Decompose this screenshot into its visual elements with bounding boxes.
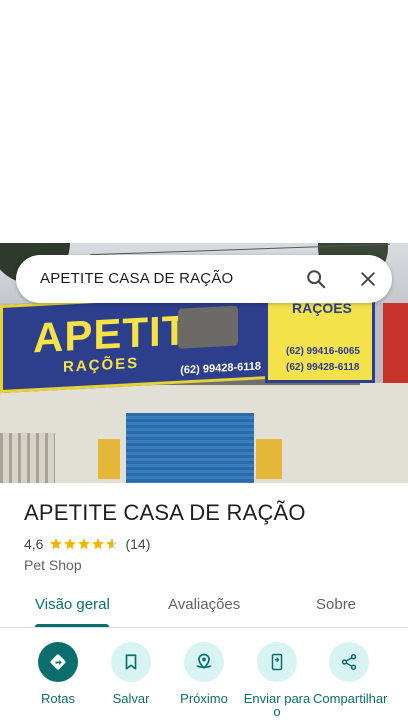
- save-label: Salvar: [112, 691, 150, 706]
- star-icon: [92, 538, 105, 550]
- nearby-icon: [196, 653, 212, 669]
- nearby-circle: [184, 642, 224, 682]
- place-title: APETITE CASA DE RAÇÃO: [24, 500, 306, 525]
- search-input[interactable]: APETITE CASA DE RAÇÃO: [40, 270, 233, 287]
- bookmark-icon: [125, 654, 137, 670]
- star-icon: [106, 538, 119, 550]
- tab-about[interactable]: Sobre: [316, 596, 356, 613]
- star-icon: [64, 538, 77, 550]
- rating-row[interactable]: 4,6 (14): [24, 536, 150, 552]
- photo-poster: [256, 439, 282, 479]
- share-circle: [329, 642, 369, 682]
- photo-gate: [0, 433, 55, 483]
- tab-overview[interactable]: Visão geral: [35, 596, 110, 613]
- rating-stars: [49, 537, 119, 551]
- store-sign-main: APETITE RAÇÕES (62) 99428-6118: [0, 290, 270, 394]
- send-to-phone-circle: [257, 642, 297, 682]
- nearby-label: Próximo: [180, 691, 228, 706]
- photo-shutter: [126, 413, 254, 483]
- close-icon: [361, 272, 375, 286]
- share-button[interactable]: Compartilhar: [312, 642, 388, 706]
- store-sign-pet-image: [178, 305, 238, 349]
- save-circle: [111, 642, 151, 682]
- directions-icon: [50, 654, 66, 670]
- store-sign-sub: RAÇÕES: [63, 354, 140, 376]
- map-blank-area: [0, 0, 408, 243]
- send-to-phone-label: Enviar para o: [243, 691, 311, 719]
- search-bar[interactable]: APETITE CASA DE RAÇÃO: [16, 255, 392, 303]
- tab-bar: Visão geral Avaliações Sobre: [0, 588, 408, 628]
- share-icon: [341, 654, 357, 670]
- send-to-phone-icon: [271, 653, 283, 671]
- nearby-button[interactable]: Próximo: [167, 642, 241, 705]
- tab-reviews[interactable]: Avaliações: [168, 596, 240, 613]
- search-button[interactable]: [302, 265, 330, 293]
- star-icon: [78, 538, 91, 550]
- send-to-phone-button[interactable]: Enviar para o: [240, 642, 314, 718]
- directions-circle: [38, 642, 78, 682]
- store-sign-phone: (62) 99428-6118: [180, 360, 261, 377]
- directions-button[interactable]: Rotas: [21, 642, 95, 705]
- directions-label: Rotas: [41, 691, 75, 706]
- search-icon: [307, 270, 326, 289]
- tabs-divider: [0, 627, 408, 628]
- place-category: Pet Shop: [24, 557, 82, 573]
- action-bar: Rotas Salvar Próximo Enviar para o Compa…: [0, 640, 408, 726]
- store-sign-side-phone: (62) 99428-6118: [286, 362, 360, 373]
- rating-value: 4,6: [24, 536, 44, 552]
- store-sign-side-phone: (62) 99416-6065: [286, 346, 360, 357]
- share-label: Compartilhar: [313, 691, 388, 706]
- review-count: (14): [125, 536, 151, 552]
- save-button[interactable]: Salvar: [94, 642, 168, 705]
- star-icon: [50, 538, 63, 550]
- photo-poster: [98, 439, 120, 479]
- clear-button[interactable]: [354, 265, 382, 293]
- store-sign-side: RAÇÕES (62) 99416-6065 (62) 99428-6118: [265, 291, 375, 383]
